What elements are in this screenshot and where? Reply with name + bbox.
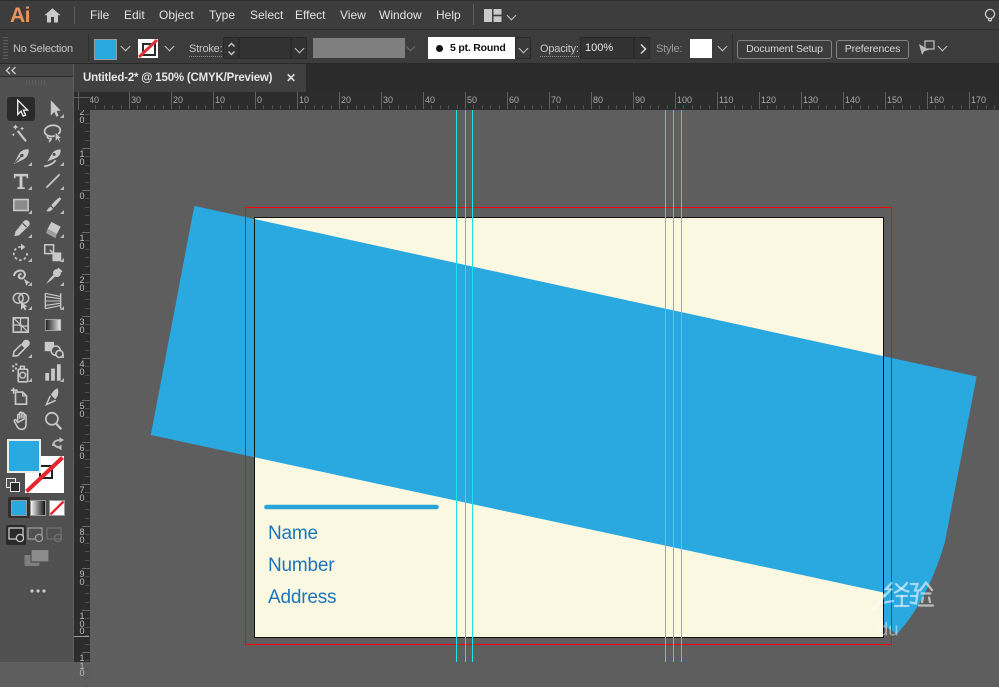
svg-text:du: du — [878, 619, 899, 640]
